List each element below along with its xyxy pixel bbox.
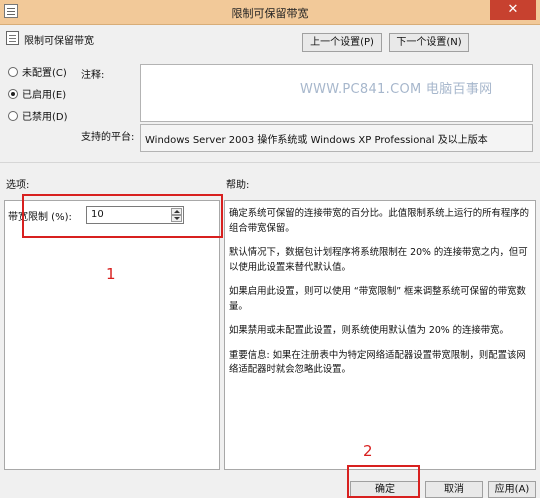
divider <box>0 162 540 163</box>
help-paragraph: 如果禁用或未配置此设置，则系统使用默认值为 20% 的连接带宽。 <box>229 325 509 336</box>
radio-label: 已启用(E) <box>22 90 67 101</box>
close-button[interactable]: ✕ <box>490 0 536 20</box>
radio-label: 已禁用(D) <box>22 112 68 123</box>
highlight-box-ok <box>347 465 420 498</box>
highlight-box-bandwidth <box>22 194 223 238</box>
window-title: 限制可保留带宽 <box>231 7 309 20</box>
comment-label: 注释: <box>81 70 105 81</box>
radio-circle[interactable] <box>8 67 18 77</box>
next-setting-button[interactable]: 下一个设置(N) <box>389 33 469 52</box>
radio-disabled[interactable]: 已禁用(D) <box>8 111 68 125</box>
radio-enabled[interactable]: 已启用(E) <box>8 89 66 103</box>
setting-icon <box>6 31 19 45</box>
help-paragraph: 重要信息: 如果在注册表中为特定网络适配器设置带宽限制，则配置该网络适配器时就会… <box>229 349 526 376</box>
options-panel <box>4 200 220 470</box>
help-header: 帮助: <box>226 180 250 191</box>
options-header: 选项: <box>6 180 30 191</box>
help-paragraph: 确定系统可保留的连接带宽的百分比。此值限制系统上运行的所有程序的组合带宽保留。 <box>229 208 530 234</box>
setting-name: 限制可保留带宽 <box>24 36 94 47</box>
apply-button[interactable]: 应用(A) <box>488 481 536 498</box>
watermark-text: WWW.PC841.COM 电脑百事网 <box>300 82 493 97</box>
help-paragraph: 默认情况下，数据包计划程序将系统限制在 20% 的连接带宽之内，但可以使用此设置… <box>229 247 528 273</box>
prev-setting-button[interactable]: 上一个设置(P) <box>302 33 382 52</box>
platform-label: 支持的平台: <box>81 132 135 143</box>
help-panel: 确定系统可保留的连接带宽的百分比。此值限制系统上运行的所有程序的组合带宽保留。 … <box>224 200 536 470</box>
radio-circle[interactable] <box>8 89 18 99</box>
title-bar: 限制可保留带宽 ✕ <box>0 0 540 25</box>
radio-circle[interactable] <box>8 111 18 121</box>
cancel-button[interactable]: 取消 <box>425 481 483 498</box>
annotation-marker-1: 1 <box>106 265 116 283</box>
radio-not-configured[interactable]: 未配置(C) <box>8 67 67 81</box>
platform-field: Windows Server 2003 操作系统或 Windows XP Pro… <box>140 124 533 152</box>
help-paragraph: 如果启用此设置，则可以使用 “带宽限制” 框来调整系统可保留的带宽数量。 <box>229 286 526 312</box>
radio-label: 未配置(C) <box>22 68 67 79</box>
annotation-marker-2: 2 <box>363 442 373 460</box>
